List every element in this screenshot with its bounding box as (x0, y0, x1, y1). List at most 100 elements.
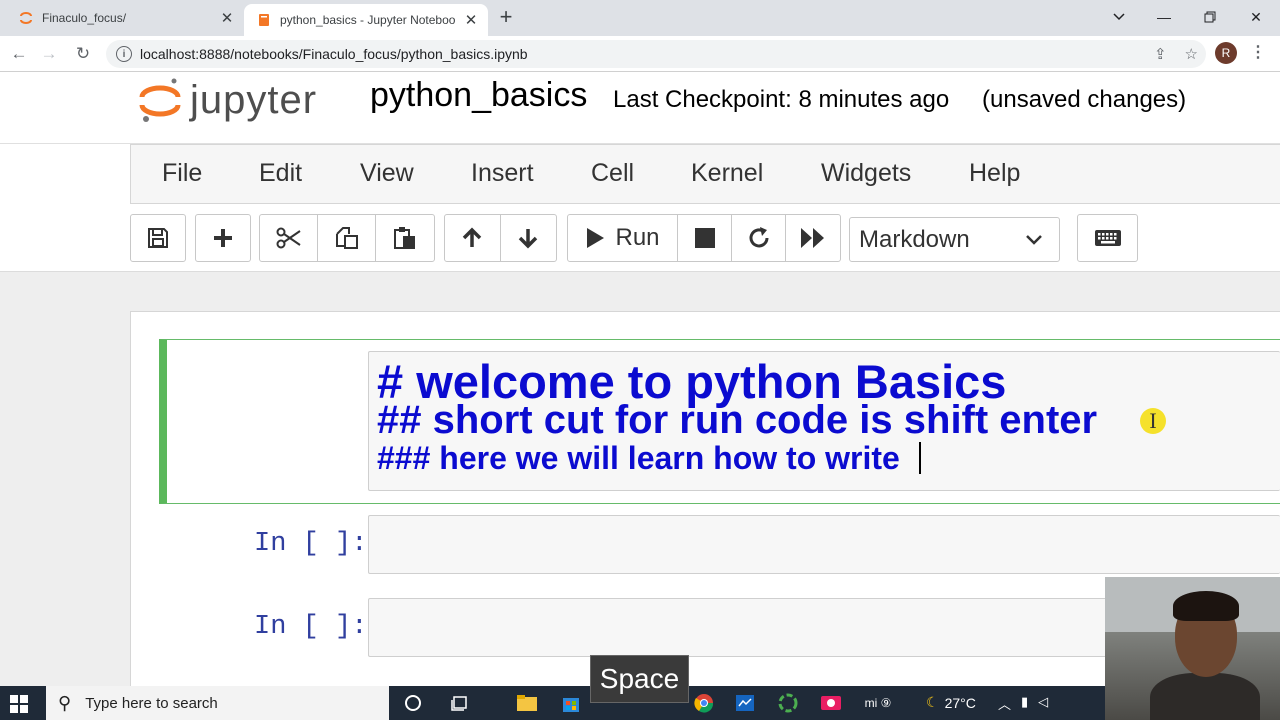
task-view-icon[interactable] (450, 692, 472, 714)
insert-button-group (195, 214, 251, 262)
jupyter-logo-icon (139, 78, 181, 122)
restart-run-all-button[interactable] (786, 215, 840, 261)
jupyter-logo-text: jupyter (190, 77, 318, 122)
jupyter-logo[interactable]: jupyter (138, 72, 317, 128)
chevron-down-icon (1025, 228, 1043, 256)
text-caret (918, 442, 921, 474)
new-tab-button[interactable]: + (494, 6, 518, 30)
jupyter-favicon-icon (18, 10, 34, 26)
arrow-up-icon (463, 227, 482, 247)
edit-button-group (259, 214, 435, 262)
camera-app-icon[interactable] (820, 692, 842, 714)
menu-widgets[interactable]: Widgets (821, 159, 911, 188)
site-info-icon[interactable]: i (116, 46, 132, 62)
browser-menu-icon[interactable]: ⋮ (1250, 42, 1266, 64)
windows-start-icon[interactable] (10, 695, 28, 713)
text-cursor-icon: I (1140, 408, 1166, 434)
move-button-group (444, 214, 557, 262)
save-button-group (130, 214, 186, 262)
move-down-button[interactable] (501, 215, 557, 261)
address-bar[interactable]: i localhost:8888/notebooks/Finaculo_focu… (106, 40, 1206, 68)
search-icon: ⚲ (58, 692, 72, 713)
moon-icon: ☾ (926, 694, 939, 710)
save-button[interactable] (131, 215, 185, 261)
checkpoint-status: Last Checkpoint: 8 minutes ago (613, 86, 950, 113)
menu-file[interactable]: File (162, 159, 202, 188)
fast-forward-icon (801, 228, 824, 248)
webcam-person-body (1150, 673, 1260, 720)
whiteboard-icon[interactable] (734, 692, 756, 714)
store-icon[interactable] (560, 692, 582, 714)
taskbar-search-box[interactable]: ⚲ Type here to search (46, 686, 389, 720)
run-button[interactable]: Run (568, 215, 678, 261)
webcam-overlay (1105, 577, 1280, 720)
menu-kernel[interactable]: Kernel (691, 159, 763, 188)
unsaved-status: (unsaved changes) (982, 86, 1187, 113)
cell-type-select[interactable]: Markdown (849, 217, 1060, 262)
temperature-text: 27°C (944, 694, 976, 711)
input-prompt: In [ ]: (254, 529, 368, 559)
taskbar-search-placeholder: Type here to search (85, 694, 218, 712)
reload-button[interactable]: ↻ (70, 41, 96, 67)
forward-button[interactable]: → (36, 41, 62, 67)
plus-icon (214, 229, 232, 247)
browser-tab-python-basics[interactable]: python_basics - Jupyter Noteboo ✕ (244, 4, 488, 36)
close-window-button[interactable]: ✕ (1233, 0, 1279, 34)
browser-tab-strip: Finaculo_focus/ ✕ python_basics - Jupyte… (0, 0, 1280, 36)
command-palette-button[interactable] (1077, 214, 1138, 262)
code-cell-input[interactable] (368, 515, 1280, 574)
weather-widget[interactable]: ☾ 27°C (926, 694, 976, 711)
notebook-title[interactable]: python_basics (370, 76, 587, 115)
run-button-group: Run (567, 214, 841, 262)
url-text: localhost:8888/notebooks/Finaculo_focus/… (140, 46, 528, 62)
file-explorer-icon[interactable] (516, 692, 538, 714)
restart-icon (749, 227, 768, 248)
markdown-line-h2: ## short cut for run code is shift enter (377, 398, 1098, 442)
jupyter-header: jupyter python_basics Last Checkpoint: 8… (0, 72, 1280, 144)
chrome-icon[interactable] (693, 692, 715, 714)
back-button[interactable]: ← (6, 41, 32, 67)
markdown-line-h3-text: ### here we will learn how to write (377, 440, 909, 476)
close-tab-icon[interactable]: ✕ (216, 7, 238, 29)
move-up-button[interactable] (445, 215, 501, 261)
tab-title: python_basics - Jupyter Noteboo (280, 13, 456, 27)
menu-edit[interactable]: Edit (259, 159, 302, 188)
menubar: File Edit View Insert Cell Kernel Widget… (130, 144, 1280, 204)
share-icon[interactable]: ⇪ (1154, 45, 1167, 63)
insert-cell-button[interactable] (196, 215, 250, 261)
menu-help[interactable]: Help (969, 159, 1020, 188)
copy-icon (335, 227, 358, 249)
stop-icon (694, 228, 715, 248)
menu-view[interactable]: View (360, 159, 414, 188)
close-tab-icon[interactable]: ✕ (460, 9, 482, 31)
tab-title: Finaculo_focus/ (42, 11, 127, 25)
profile-avatar[interactable]: R (1215, 42, 1237, 64)
tab-search-icon[interactable] (1096, 0, 1142, 34)
keypress-overlay: Space (590, 655, 689, 703)
restore-button[interactable] (1187, 0, 1233, 34)
system-tray: ︿ ▮ ◁ (998, 694, 1048, 713)
webcam-person-hair (1173, 591, 1239, 621)
restart-button[interactable] (732, 215, 786, 261)
bookmark-star-icon[interactable]: ☆ (1185, 45, 1198, 63)
keyboard-icon (1094, 230, 1121, 246)
microphone-icon[interactable]: ▮ (1021, 694, 1028, 713)
interrupt-button[interactable] (678, 215, 732, 261)
recorder-icon[interactable] (777, 692, 799, 714)
copy-button[interactable] (318, 215, 376, 261)
browser-tab-finaculo[interactable]: Finaculo_focus/ ✕ (8, 0, 244, 36)
mi-app-icon[interactable]: mi ⑨ (860, 692, 896, 714)
menu-insert[interactable]: Insert (471, 159, 534, 188)
show-hidden-icons-icon[interactable]: ︿ (998, 694, 1011, 713)
scissors-icon (276, 227, 301, 249)
markdown-line-h3: ### here we will learn how to write (377, 440, 921, 477)
save-icon (148, 228, 168, 248)
minimize-button[interactable]: — (1141, 0, 1187, 34)
menu-cell[interactable]: Cell (591, 159, 634, 188)
cut-button[interactable] (260, 215, 318, 261)
cortana-icon[interactable] (402, 692, 424, 714)
arrow-down-icon (519, 229, 538, 249)
play-icon (587, 228, 605, 248)
volume-icon[interactable]: ◁ (1038, 694, 1048, 713)
paste-button[interactable] (376, 215, 434, 261)
